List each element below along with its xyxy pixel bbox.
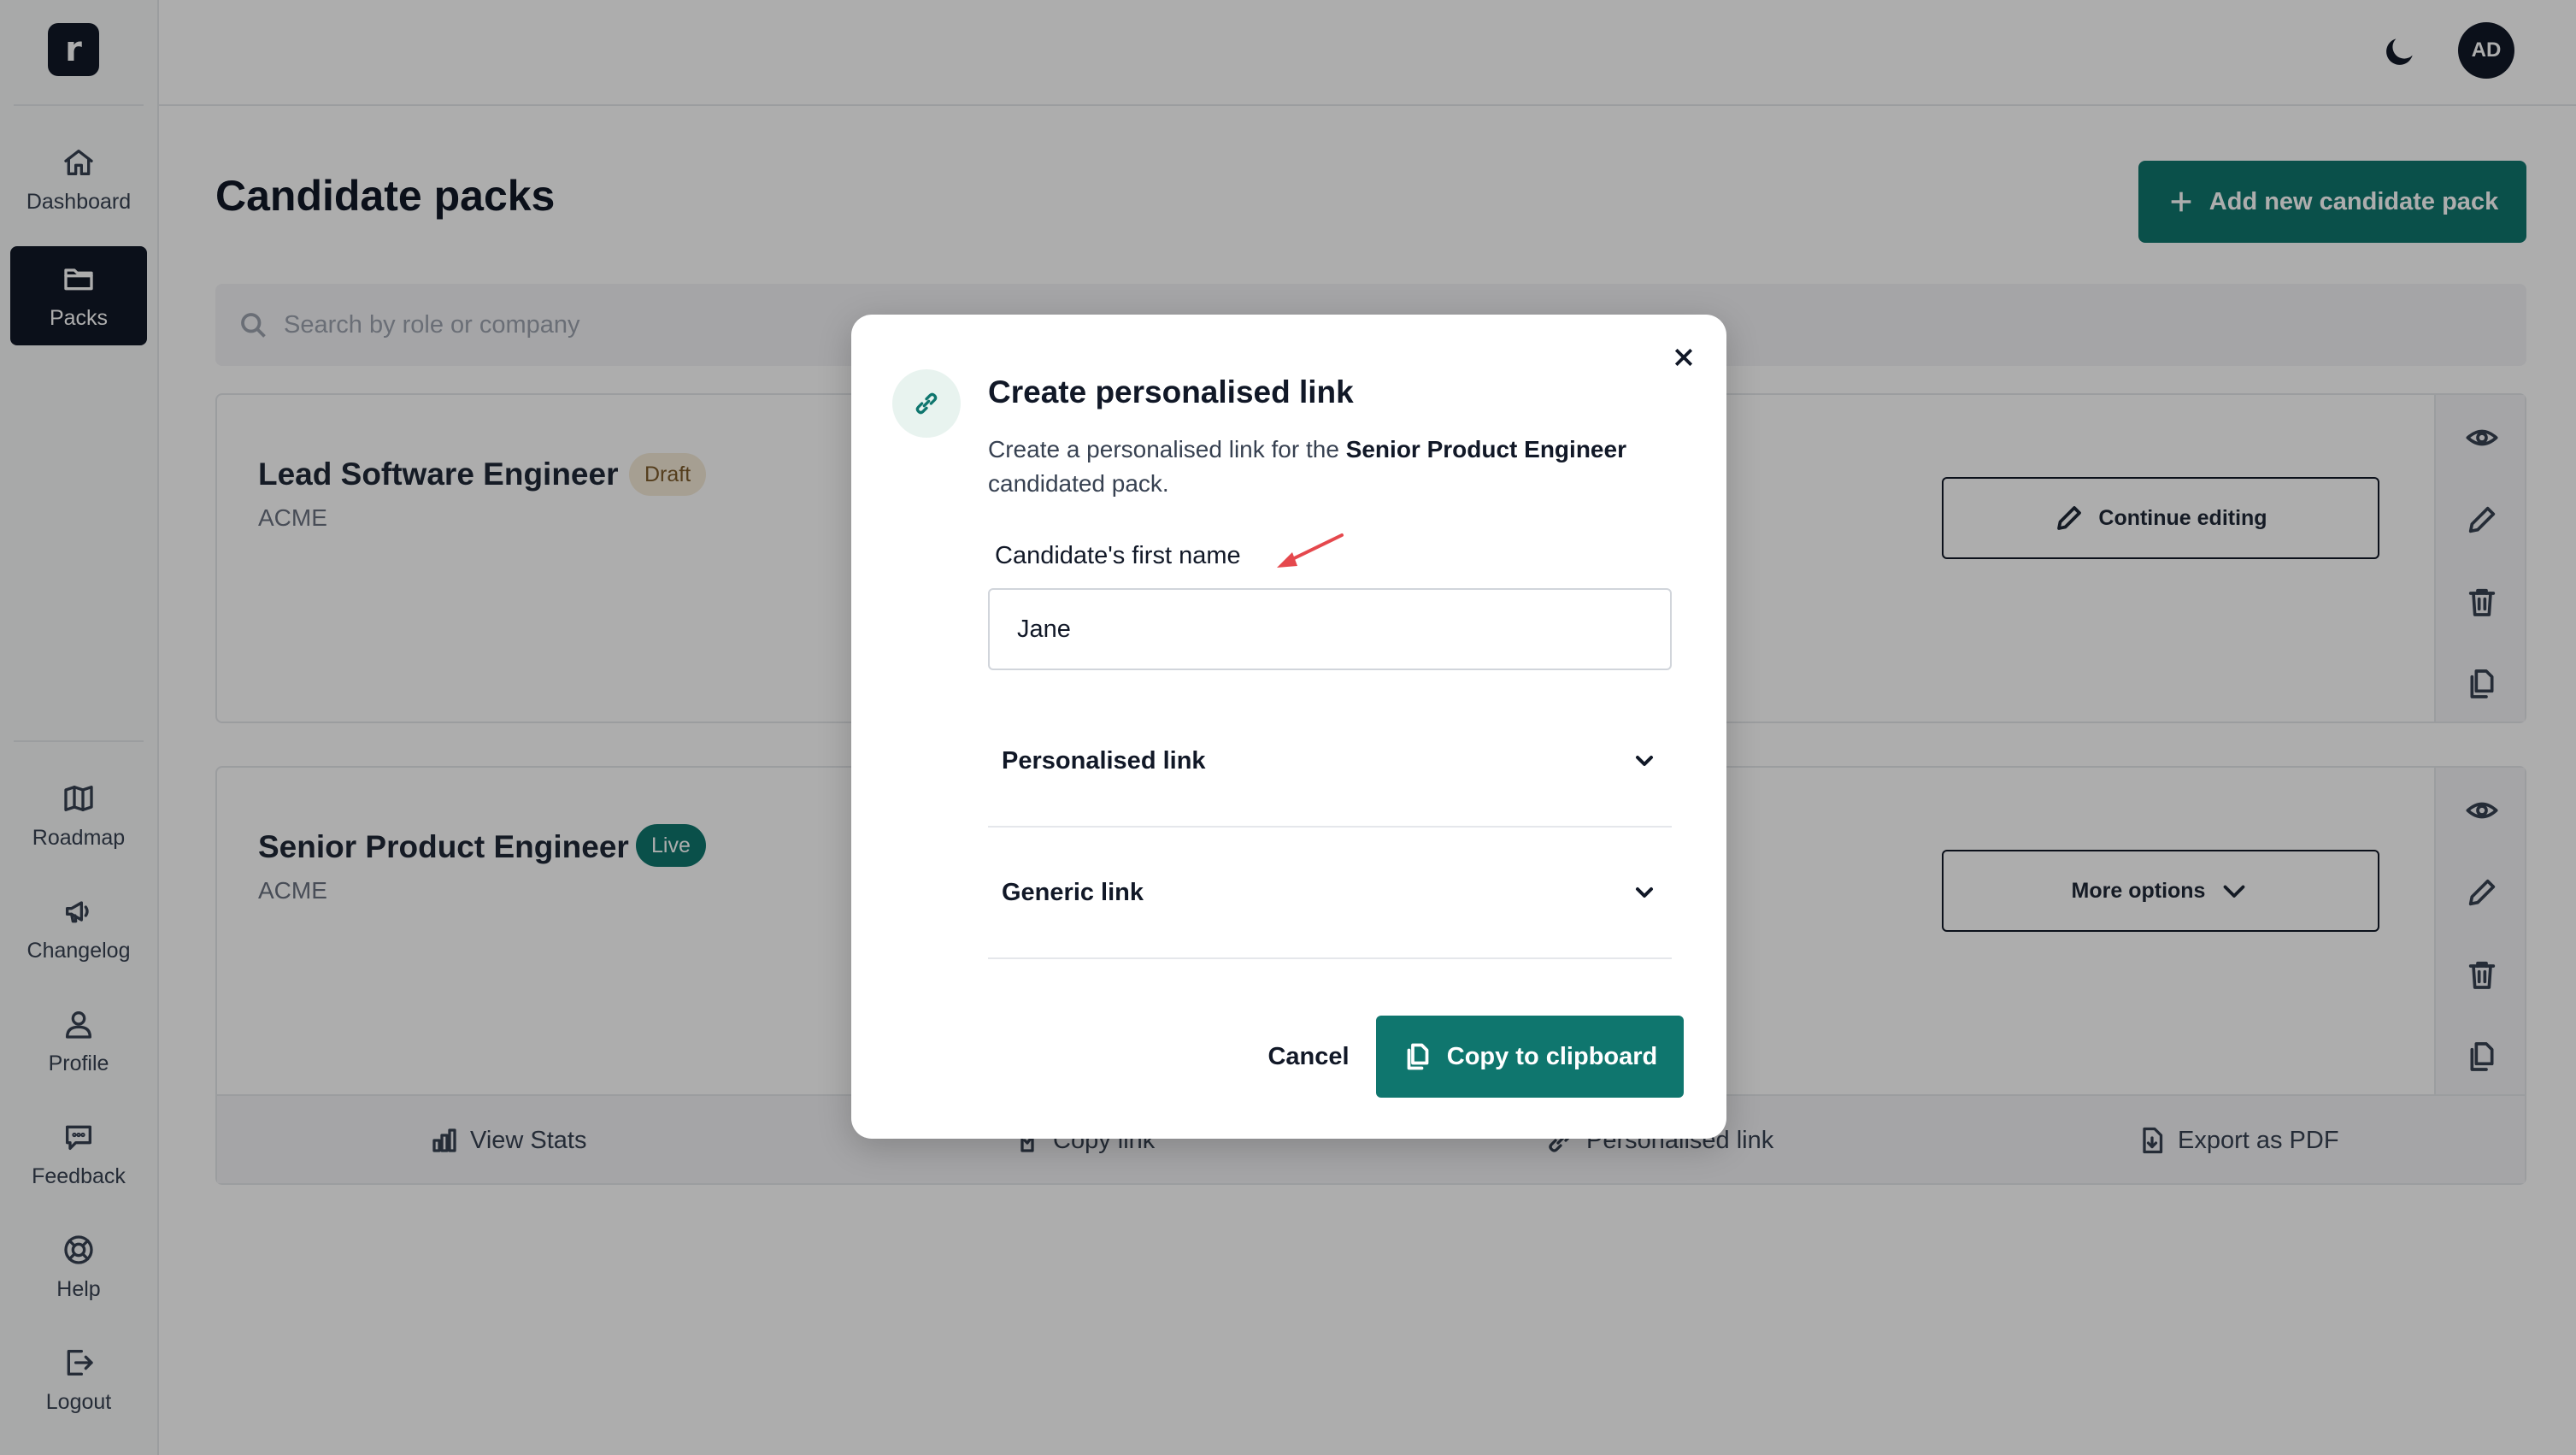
modal-desc-prefix: Create a personalised link for the [988,436,1346,462]
modal-link-badge [892,369,961,438]
close-button[interactable] [1668,342,1699,373]
modal-description: Create a personalised link for the Senio… [988,433,1672,501]
first-name-label: Candidate's first name [995,542,1241,569]
accordion-generic-link[interactable]: Generic link [988,828,1672,959]
chevron-down-icon [1636,887,1653,898]
accordion-personalised-link[interactable]: Personalised link [988,696,1672,828]
chevron-down-icon [1636,756,1653,766]
accordion-label: Generic link [1002,878,1144,906]
modal-desc-pack-name: Senior Product Engineer [1345,436,1626,462]
copy-icon [1407,1043,1429,1070]
app-root: r Dashboard Packs Roadmap Changelog Prof… [0,0,2576,1455]
close-icon [1674,348,1693,367]
cancel-button[interactable]: Cancel [1244,1016,1373,1098]
accordion-label: Personalised link [1002,746,1206,775]
copy-to-clipboard-button[interactable]: Copy to clipboard [1376,1016,1684,1098]
modal-desc-suffix: candidated pack. [988,470,1169,497]
first-name-input[interactable] [988,588,1672,670]
copy-button-label: Copy to clipboard [1446,1042,1658,1070]
create-link-modal: Create personalised link Create a person… [851,315,1726,1139]
annotation-arrow-icon [1277,533,1344,568]
link-icon [915,392,938,415]
modal-title: Create personalised link [988,374,1354,409]
